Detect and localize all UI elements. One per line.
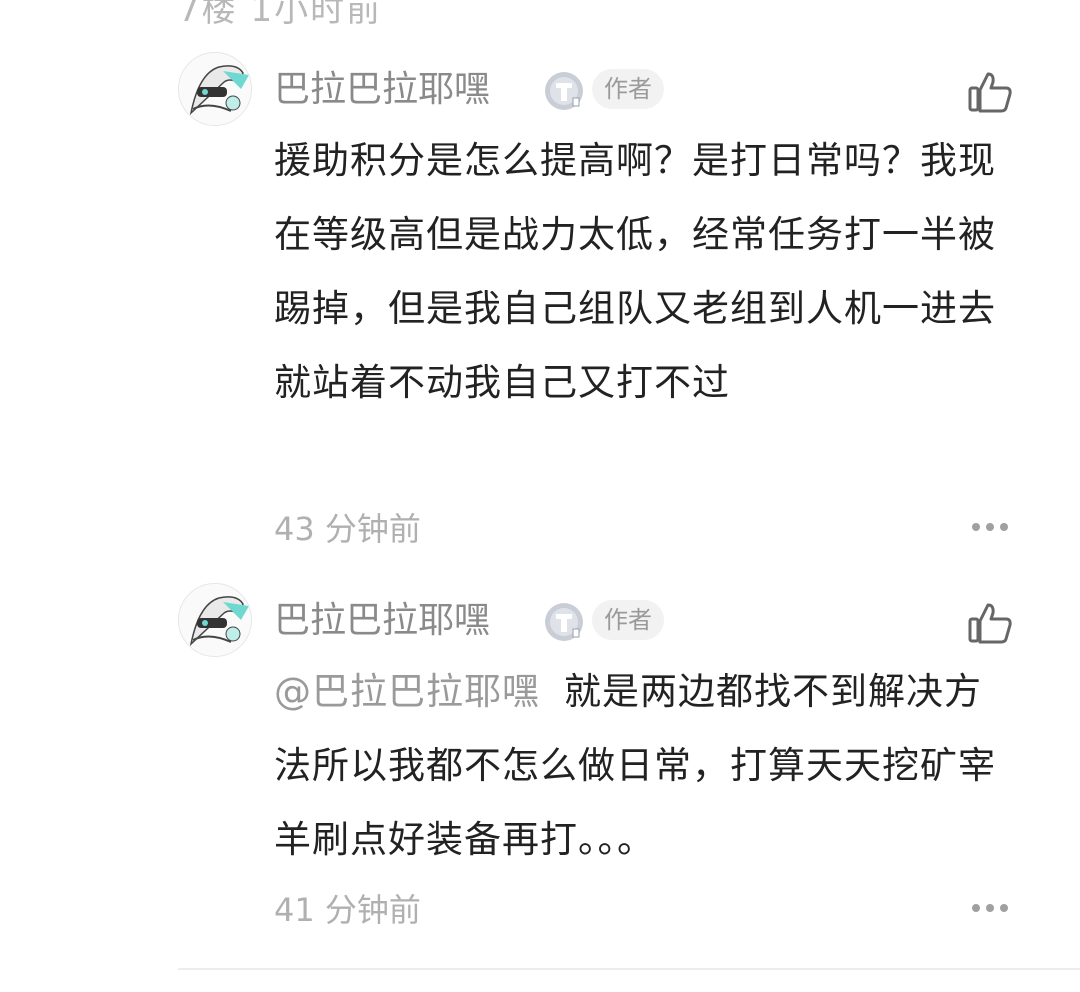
avatar[interactable] <box>178 52 252 126</box>
comment-time: 41 分钟前 <box>274 891 421 929</box>
more-options-icon[interactable] <box>970 518 1010 531</box>
username[interactable]: 巴拉巴拉耶嘿 <box>274 68 490 112</box>
avatar[interactable] <box>178 583 252 657</box>
thumbs-up-icon[interactable] <box>966 68 1014 116</box>
comment-text: @巴拉巴拉耶嘿 就是两边都找不到解决方法所以我都不怎么做日常，打算天天挖矿宰羊刷点… <box>274 655 1014 877</box>
mention-link[interactable]: @巴拉巴拉耶嘿 <box>274 670 540 713</box>
avatar-icon <box>179 584 251 656</box>
previous-comment-meta: 7楼 1小时前 <box>178 0 383 30</box>
comment-time: 43 分钟前 <box>274 510 421 548</box>
username[interactable]: 巴拉巴拉耶嘿 <box>274 599 490 643</box>
author-tag: 作者 <box>592 600 664 640</box>
thumbs-up-icon[interactable] <box>966 599 1014 647</box>
avatar-icon <box>179 53 251 125</box>
level-badge-icon <box>543 70 585 112</box>
level-badge-icon <box>543 601 585 643</box>
divider <box>178 968 1080 970</box>
comment-text: 援助积分是怎么提高啊？是打日常吗？我现在等级高但是战力太低，经常任务打一半被踢掉… <box>274 139 996 404</box>
author-tag: 作者 <box>592 69 664 109</box>
more-options-icon[interactable] <box>970 899 1010 912</box>
